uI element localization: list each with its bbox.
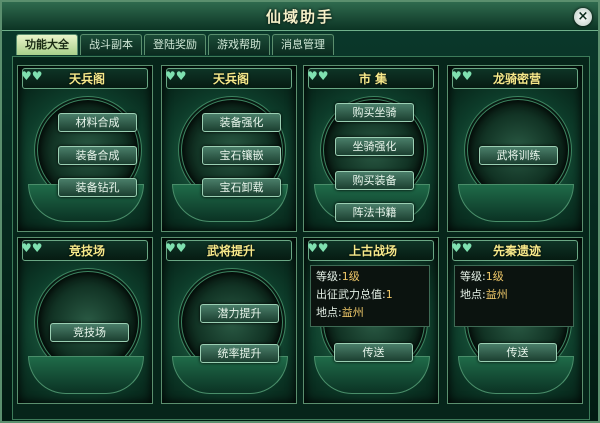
buy-mount-button[interactable]: 购买坐骑 [335, 103, 414, 122]
card-market: ♥♥ 市 集 购买坐骑 坐骑强化 购买装备 阵法书籍 [303, 65, 439, 232]
arena-button[interactable]: 竞技场 [50, 323, 129, 342]
card-header: ♥♥ 先秦遗迹 [451, 240, 578, 261]
card-header: ♥♥ 市 集 [307, 68, 434, 89]
card-header: ♥♥ 天兵阁 [165, 68, 292, 89]
card-title: 先秦遗迹 [492, 244, 541, 258]
tab-game-help[interactable]: 游戏帮助 [208, 34, 270, 55]
info-level: 等级:1级 [316, 270, 360, 283]
info-location: 地点:益州 [316, 306, 364, 319]
card-header: ♥♥ 天兵阁 [21, 68, 148, 89]
mount-enhance-button[interactable]: 坐骑强化 [335, 137, 414, 156]
teleport-button[interactable]: 传送 [478, 343, 557, 362]
card-title: 武将提升 [206, 244, 255, 258]
tab-message-manage[interactable]: 消息管理 [272, 34, 334, 55]
card-tianbingge-2: ♥♥ 天兵阁 装备强化 宝石镶嵌 宝石卸载 [161, 65, 297, 232]
card-title: 市 集 [358, 72, 388, 86]
card-title: 上古战场 [348, 244, 397, 258]
material-synthesis-button[interactable]: 材料合成 [58, 113, 137, 132]
equipment-enhance-button[interactable]: 装备强化 [202, 113, 281, 132]
general-training-button[interactable]: 武将训练 [479, 146, 558, 165]
formation-book-button[interactable]: 阵法书籍 [335, 203, 414, 222]
teleport-button[interactable]: 传送 [334, 343, 413, 362]
info-location: 地点:益州 [460, 288, 508, 301]
tab-features[interactable]: 功能大全 [16, 34, 78, 55]
card-ancient-battlefield: ♥♥ 上古战场 等级:1级 出征武力总值:1 地点:益州 传送 [303, 237, 439, 404]
card-title: 龙骑密营 [492, 72, 541, 86]
tab-battle-dungeon[interactable]: 战斗副本 [80, 34, 142, 55]
title-bar: 仙域助手 × [2, 2, 598, 31]
info-force: 出征武力总值:1 [316, 288, 393, 301]
card-dragon-camp: ♥♥ 龙骑密营 武将训练 [447, 65, 583, 232]
info-box: 等级:1级 地点:益州 [454, 265, 574, 327]
card-header: ♥♥ 上古战场 [307, 240, 434, 261]
card-title: 竞技场 [68, 244, 105, 258]
info-box: 等级:1级 出征武力总值:1 地点:益州 [310, 265, 430, 327]
leadership-upgrade-button[interactable]: 统率提升 [200, 344, 279, 363]
tab-bar: 功能大全 战斗副本 登陆奖励 游戏帮助 消息管理 [16, 34, 334, 55]
card-title: 天兵阁 [68, 72, 105, 86]
tab-login-reward[interactable]: 登陆奖励 [144, 34, 206, 55]
card-header: ♥♥ 竞技场 [21, 240, 148, 261]
gem-unload-button[interactable]: 宝石卸载 [202, 178, 281, 197]
equipment-drill-button[interactable]: 装备钻孔 [58, 178, 137, 197]
info-level: 等级:1级 [460, 270, 504, 283]
card-title: 天兵阁 [212, 72, 249, 86]
card-tianbingge-1: ♥♥ 天兵阁 材料合成 装备合成 装备钻孔 [17, 65, 153, 232]
feature-panel: ♥♥ 天兵阁 材料合成 装备合成 装备钻孔 ♥♥ 天兵阁 装备强化 宝石镶嵌 宝… [12, 56, 590, 420]
ribbon-decoration [458, 184, 574, 222]
equipment-synthesis-button[interactable]: 装备合成 [58, 146, 137, 165]
card-header: ♥♥ 武将提升 [165, 240, 292, 261]
potential-upgrade-button[interactable]: 潜力提升 [200, 304, 279, 323]
card-arena: ♥♥ 竞技场 竞技场 [17, 237, 153, 404]
card-qin-ruins: ♥♥ 先秦遗迹 等级:1级 地点:益州 传送 [447, 237, 583, 404]
assistant-window: 仙域助手 × 功能大全 战斗副本 登陆奖励 游戏帮助 消息管理 ♥♥ 天兵阁 材… [0, 0, 600, 423]
window-title: 仙域助手 [265, 8, 334, 26]
card-general-upgrade: ♥♥ 武将提升 潜力提升 统率提升 [161, 237, 297, 404]
close-icon[interactable]: × [574, 8, 592, 26]
card-header: ♥♥ 龙骑密营 [451, 68, 578, 89]
ribbon-decoration [28, 356, 144, 394]
gem-inlay-button[interactable]: 宝石镶嵌 [202, 146, 281, 165]
buy-equipment-button[interactable]: 购买装备 [335, 171, 414, 190]
